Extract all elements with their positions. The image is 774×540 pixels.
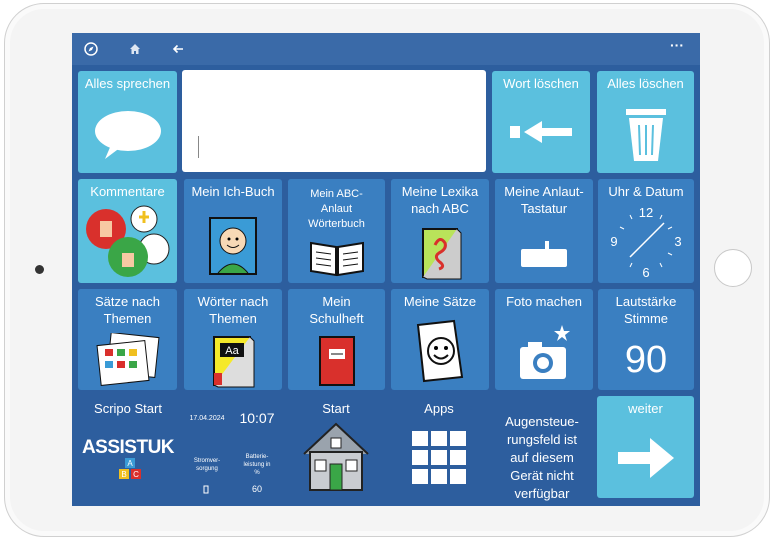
trash-can-icon <box>597 105 694 163</box>
message-text-field[interactable] <box>182 70 486 172</box>
next-label: weiter <box>628 401 663 416</box>
my-self-book-folder[interactable]: Mein Ich-Buch <box>184 179 282 283</box>
thumbs-faces-icon <box>78 203 177 279</box>
smiley-book-icon <box>391 319 489 383</box>
clock-date-folder[interactable]: Uhr & Datum 12 3 6 9 <box>598 179 694 283</box>
voice-volume-button[interactable]: Lautstärke Stimme 90 <box>598 289 694 390</box>
red-notebook-icon <box>288 335 385 387</box>
more-menu-button[interactable]: ··· <box>670 37 684 53</box>
home-icon[interactable] <box>129 43 141 55</box>
delete-all-label: Alles löschen <box>607 76 684 91</box>
sentences-topic-label: Sätze nach Themen <box>94 294 161 326</box>
lexica-abc-folder[interactable]: Meine Lexika nach ABC <box>391 179 489 283</box>
symbol-cards-icon <box>78 333 177 387</box>
comments-label: Kommentare <box>90 184 165 199</box>
arrow-left-icon[interactable] <box>172 43 184 55</box>
speak-all-button[interactable]: Alles sprechen <box>78 71 177 173</box>
clock-3: 3 <box>674 234 681 249</box>
abc-blocks-icon: A B C <box>119 458 141 479</box>
comments-button[interactable]: Kommentare <box>78 179 177 283</box>
delete-word-label: Wort löschen <box>503 76 579 91</box>
assistuk-logo[interactable]: ASSISTUK <box>80 437 176 459</box>
self-book-icon <box>184 215 282 277</box>
clock-12: 12 <box>639 205 653 220</box>
open-book-icon <box>288 237 385 277</box>
camera <box>35 265 44 274</box>
speak-all-label: Alles sprechen <box>84 76 171 91</box>
block-a: A <box>127 459 133 468</box>
delete-all-button[interactable]: Alles löschen <box>597 71 694 173</box>
clock-6: 6 <box>642 265 649 280</box>
my-sentences-label: Meine Sätze <box>403 294 477 309</box>
block-c: C <box>133 470 139 479</box>
abc-dictionary-label: Mein ABC- Anlaut Wörterbuch <box>308 188 365 230</box>
battery-label: Batterie- leistung in % <box>243 454 271 476</box>
book-aa-text: Aa <box>225 345 239 357</box>
speech-bubble-icon <box>78 109 177 161</box>
app-screen: ··· Alles sprechen Wort löschen Alles lö… <box>72 33 700 506</box>
date-display: 17.04.2024 <box>189 415 225 422</box>
my-self-book-label: Mein Ich-Buch <box>191 184 275 199</box>
lexica-abc-label: Meine Lexika nach ABC <box>401 184 479 216</box>
sentences-by-topic-folder[interactable]: Sätze nach Themen <box>78 289 177 390</box>
house-icon[interactable] <box>300 420 372 492</box>
take-photo-label: Foto machen <box>506 294 582 309</box>
take-photo-button[interactable]: Foto machen <box>495 289 593 390</box>
lexicon-book-icon <box>391 225 489 281</box>
time-display: 10:07 <box>239 410 275 426</box>
home-button[interactable] <box>714 249 752 287</box>
keyboard-icon <box>495 239 593 269</box>
plug-icon <box>203 485 209 494</box>
camera-icon <box>495 323 593 381</box>
my-notebook-folder[interactable]: Mein Schulheft <box>288 289 385 390</box>
words-topic-label: Wörter nach Themen <box>197 294 269 326</box>
scripo-start-label[interactable]: Scripo Start <box>82 401 174 416</box>
clock-icon: 12 3 6 9 <box>598 201 694 281</box>
yellow-book-icon: Aa <box>184 335 282 389</box>
notebook-label: Mein Schulheft <box>309 294 364 326</box>
keyboard-label: Meine Anlaut- Tastatur <box>504 184 584 216</box>
arrow-right-icon <box>597 436 694 480</box>
volume-value: 90 <box>624 339 668 381</box>
start-label[interactable]: Start <box>288 401 384 416</box>
my-sentences-folder[interactable]: Meine Sätze <box>391 289 489 390</box>
battery-value: 60 <box>251 484 262 494</box>
text-caret <box>198 136 199 158</box>
abc-dictionary-folder[interactable]: Mein ABC- Anlaut Wörterbuch <box>288 179 385 283</box>
volume-label: Lautstärke Stimme <box>615 294 677 326</box>
delete-word-button[interactable]: Wort löschen <box>492 71 590 173</box>
backspace-arrow-icon <box>492 119 590 145</box>
words-by-topic-folder[interactable]: Wörter nach Themen Aa <box>184 289 282 390</box>
power-supply-label: Stromver- sorgung <box>193 458 221 472</box>
initial-sound-keyboard-folder[interactable]: Meine Anlaut- Tastatur <box>495 179 593 283</box>
eye-control-notice: Augensteue- rungsfeld ist auf diesem Ger… <box>505 414 579 501</box>
clock-date-label: Uhr & Datum <box>608 184 684 199</box>
top-bar: ··· <box>72 33 700 65</box>
compass-icon[interactable] <box>84 42 98 56</box>
clock-9: 9 <box>610 234 617 249</box>
apps-grid-icon[interactable] <box>412 431 466 485</box>
block-b: B <box>121 470 126 479</box>
apps-label[interactable]: Apps <box>391 401 487 416</box>
next-button[interactable]: weiter <box>597 396 694 498</box>
